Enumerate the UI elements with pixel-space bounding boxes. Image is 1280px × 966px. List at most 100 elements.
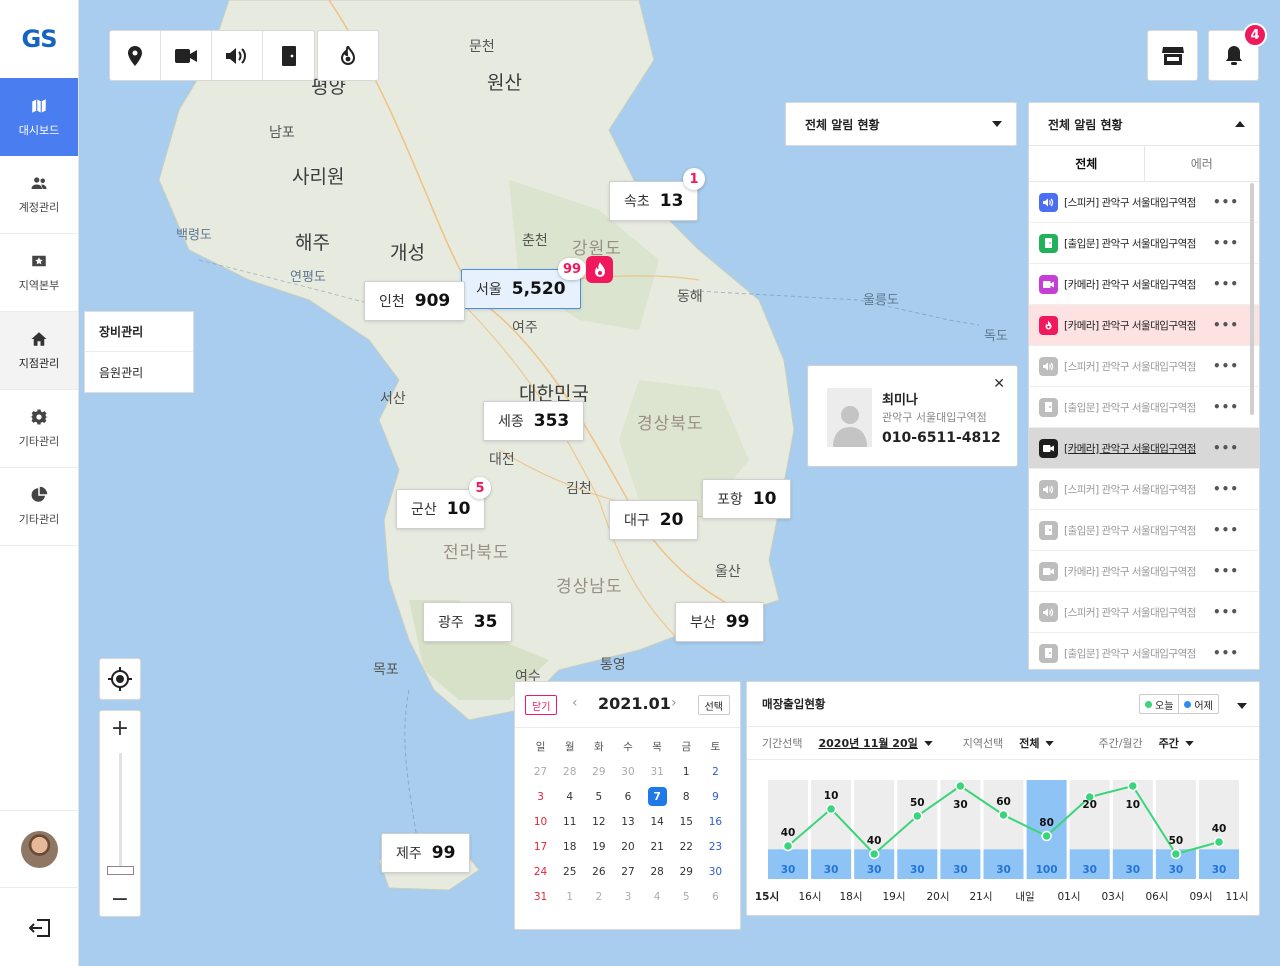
calendar-day[interactable]: 14 <box>643 809 672 834</box>
alert-list-scrollbar[interactable] <box>1250 183 1254 415</box>
tab-error[interactable]: 에러 <box>1145 146 1260 181</box>
calendar-day[interactable]: 6 <box>613 784 642 809</box>
calendar-day[interactable]: 3 <box>613 884 642 909</box>
chevron-right-icon[interactable]: › <box>671 695 677 711</box>
caret-down-icon[interactable] <box>1237 698 1247 712</box>
zoom-in-button[interactable]: + <box>100 711 140 745</box>
calendar-day[interactable]: 27 <box>526 759 555 784</box>
calendar-day[interactable]: 5 <box>584 784 613 809</box>
calendar-day[interactable]: 9 <box>701 784 730 809</box>
city-marker-incheon[interactable]: 인천 909 <box>364 281 466 321</box>
region-select[interactable]: 전체 <box>1019 735 1055 751</box>
alert-row[interactable]: [카메라] 관악구 서울대입구역점 ••• <box>1029 551 1259 592</box>
more-icon[interactable]: ••• <box>1213 277 1239 291</box>
alert-row[interactable]: [출입문] 관악구 서울대입구역점 ••• <box>1029 510 1259 551</box>
alert-row[interactable]: [출입문] 관악구 서울대입구역점 ••• <box>1029 633 1259 669</box>
calendar-day[interactable]: 12 <box>584 809 613 834</box>
calendar-day[interactable]: 4 <box>643 884 672 909</box>
calendar-day[interactable]: 25 <box>555 859 584 884</box>
calendar-day[interactable]: 3 <box>526 784 555 809</box>
more-icon[interactable]: ••• <box>1213 195 1239 209</box>
alert-row[interactable]: [카메라] 관악구 서울대입구역점 ••• <box>1029 305 1259 346</box>
submenu-item-audio[interactable]: 음원관리 <box>85 352 193 392</box>
city-marker-gwangju[interactable]: 광주 35 <box>423 602 513 642</box>
calendar-day[interactable]: 31 <box>526 884 555 909</box>
filter-speaker-button[interactable] <box>212 31 263 80</box>
calendar-day[interactable]: 17 <box>526 834 555 859</box>
city-marker-daegu[interactable]: 대구 20 <box>609 500 699 540</box>
interval-select[interactable]: 주간 <box>1159 735 1194 751</box>
more-icon[interactable]: ••• <box>1213 359 1239 373</box>
fire-alert-marker[interactable] <box>586 256 613 283</box>
more-icon[interactable]: ••• <box>1213 564 1239 578</box>
calendar-day[interactable]: 2 <box>701 759 730 784</box>
calendar-close-button[interactable]: 닫기 <box>525 695 558 715</box>
calendar-day[interactable]: 29 <box>672 859 701 884</box>
calendar-day[interactable]: 15 <box>672 809 701 834</box>
alert-row[interactable]: [카메라] 관악구 서울대입구역점 ••• <box>1029 428 1259 469</box>
more-icon[interactable]: ••• <box>1213 400 1239 414</box>
city-marker-busan[interactable]: 부산 99 <box>675 602 765 642</box>
more-icon[interactable]: ••• <box>1213 482 1239 496</box>
filter-camera-button[interactable] <box>161 31 212 80</box>
calendar-day[interactable]: 16 <box>701 809 730 834</box>
calendar-day[interactable]: 2 <box>584 884 613 909</box>
more-icon[interactable]: ••• <box>1213 441 1239 455</box>
calendar-day[interactable]: 1 <box>672 759 701 784</box>
calendar-day[interactable]: 18 <box>555 834 584 859</box>
filter-fire-button[interactable] <box>318 31 378 80</box>
city-marker-sokcho[interactable]: 속초 13 <box>609 181 699 221</box>
city-marker-pohang[interactable]: 포항 10 <box>702 479 792 519</box>
calendar-day[interactable]: 29 <box>584 759 613 784</box>
chevron-left-icon[interactable]: ‹ <box>572 695 578 711</box>
more-icon[interactable]: ••• <box>1213 646 1239 660</box>
zoom-slider-track[interactable] <box>119 753 122 875</box>
more-icon[interactable]: ••• <box>1213 523 1239 537</box>
zoom-slider-handle[interactable] <box>107 866 134 875</box>
calendar-day[interactable]: 30 <box>701 859 730 884</box>
alert-row[interactable]: [출입문] 관악구 서울대입구역점 ••• <box>1029 223 1259 264</box>
alert-panel-header[interactable]: 전체 알림 현황 <box>1029 103 1259 145</box>
alert-status-dropdown[interactable]: 전체 알림 현황 <box>785 102 1017 146</box>
more-icon[interactable]: ••• <box>1213 605 1239 619</box>
calendar-day[interactable]: 31 <box>643 759 672 784</box>
sidebar-item-etc-2[interactable]: 기타관리 <box>0 468 78 546</box>
alert-row[interactable]: [스피커] 관악구 서울대입구역점 ••• <box>1029 469 1259 510</box>
my-location-button[interactable] <box>99 658 141 700</box>
calendar-day[interactable]: 21 <box>643 834 672 859</box>
sidebar-item-dashboard[interactable]: 대시보드 <box>0 78 78 156</box>
sidebar-item-accounts[interactable]: 계정관리 <box>0 156 78 234</box>
alert-row[interactable]: [출입문] 관악구 서울대입구역점 ••• <box>1029 387 1259 428</box>
calendar-day[interactable]: 23 <box>701 834 730 859</box>
period-select[interactable]: 2020년 11월 20일 <box>818 735 933 751</box>
calendar-day[interactable]: 11 <box>555 809 584 834</box>
calendar-day[interactable]: 5 <box>672 884 701 909</box>
calendar-day[interactable]: 27 <box>613 859 642 884</box>
sidebar-item-branches[interactable]: 지점관리 <box>0 312 78 390</box>
calendar-day[interactable]: 1 <box>555 884 584 909</box>
calendar-day[interactable]: 24 <box>526 859 555 884</box>
calendar-day[interactable]: 8 <box>672 784 701 809</box>
calendar-day[interactable]: 19 <box>584 834 613 859</box>
calendar-day[interactable]: 26 <box>584 859 613 884</box>
calendar-day[interactable]: 13 <box>613 809 642 834</box>
logout-button[interactable] <box>0 889 79 966</box>
city-marker-jeju[interactable]: 제주 99 <box>381 833 471 873</box>
submenu-item-equipment[interactable]: 장비관리 <box>85 312 193 352</box>
city-marker-sejong[interactable]: 세종 353 <box>483 401 585 441</box>
logo[interactable]: GS <box>0 0 78 78</box>
calendar-day[interactable]: 4 <box>555 784 584 809</box>
filter-location-button[interactable] <box>110 31 161 80</box>
calendar-day[interactable]: 10 <box>526 809 555 834</box>
alert-row[interactable]: [스피커] 관악구 서울대입구역점 ••• <box>1029 592 1259 633</box>
calendar-day[interactable]: 20 <box>613 834 642 859</box>
legend-today[interactable]: 오늘 <box>1140 695 1180 713</box>
sidebar-item-regions[interactable]: 지역본부 <box>0 234 78 312</box>
filter-door-button[interactable] <box>263 31 314 80</box>
sidebar-item-etc-1[interactable]: 기타관리 <box>0 390 78 468</box>
calendar-day[interactable]: 22 <box>672 834 701 859</box>
store-button[interactable] <box>1147 30 1198 81</box>
more-icon[interactable]: ••• <box>1213 318 1239 332</box>
alert-row[interactable]: [스피커] 관악구 서울대입구역점 ••• <box>1029 182 1259 223</box>
calendar-select-button[interactable]: 선택 <box>697 695 730 715</box>
